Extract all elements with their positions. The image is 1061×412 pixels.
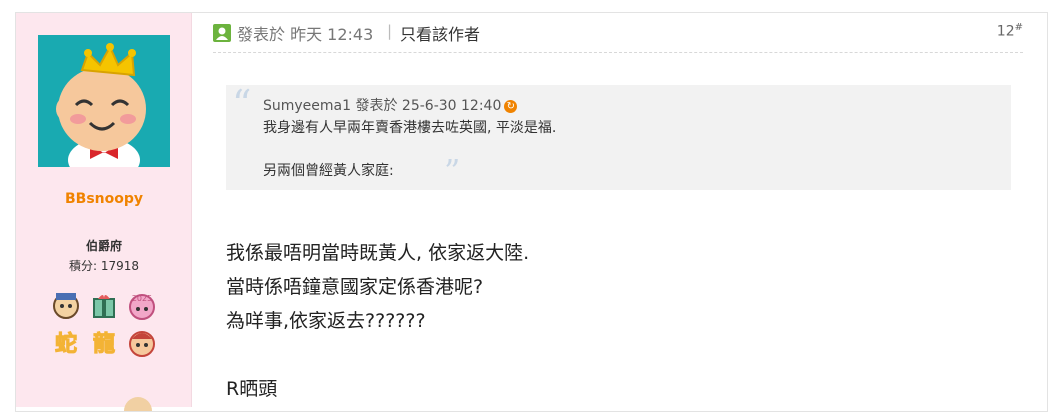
quote-block: “ Sumyeema1 發表於 25-6-30 12:40 ↻ 我身邊有人早兩年賣… [226, 85, 1011, 190]
avatar[interactable] [38, 35, 170, 167]
close-quote-icon: ” [444, 152, 461, 190]
post-header: 發表於 昨天 12:43 | 只看該作者 12# [213, 20, 1023, 53]
floor-mark: # [1014, 22, 1023, 33]
post-line: R晒頭 [226, 378, 278, 400]
open-quote-icon: “ [232, 82, 252, 126]
quote-line: 我身邊有人早兩年賣香港樓去咗英國, 平淡是福. [263, 120, 557, 136]
baby-face-medal-icon[interactable] [125, 326, 159, 360]
post-line [226, 338, 529, 372]
user-rank: 伯爵府 [85, 239, 122, 253]
snake-medal-icon[interactable]: 蛇 [49, 326, 83, 360]
baby-crown-avatar-icon [56, 43, 146, 167]
user-points: 積分: 17918 [68, 259, 140, 273]
username-link[interactable]: BBsnoopy [16, 191, 192, 207]
header-separator: | [387, 22, 393, 40]
author-sidebar: BBsnoopy 伯爵府 積分: 17918 2025 蛇 龍 [16, 13, 192, 411]
post-body: 我係最唔明當時既黃人, 依家返大陸. 當時係唔鐘意國家定係香港呢? 為咩事,依家… [226, 236, 529, 406]
medal-snake-label: 蛇 [55, 331, 77, 357]
sidebar-decoration [124, 397, 152, 411]
medal-list: 2025 蛇 龍 [49, 288, 161, 360]
floor-number: 12 [996, 23, 1015, 40]
dragon-medal-icon[interactable]: 龍 [87, 326, 121, 360]
view-author-only-link[interactable]: 只看該作者 [400, 21, 480, 45]
go-to-quote-icon[interactable]: ↻ [504, 99, 518, 113]
quote-line: 另兩個曾經黃人家庭: [263, 163, 394, 179]
post-line: 為咩事,依家返去?????? [226, 310, 426, 332]
cartoon-face-medal-icon[interactable] [49, 288, 83, 322]
quote-author-text: Sumyeema1 發表於 25-6-30 12:40 [263, 98, 502, 114]
2025-medal-icon[interactable]: 2025 [125, 288, 159, 322]
medal-dragon-label: 龍 [93, 331, 115, 357]
post-time: 發表於 昨天 12:43 [237, 25, 374, 44]
gift-box-medal-icon[interactable] [87, 288, 121, 322]
medal-2025-label: 2025 [132, 294, 152, 303]
post-line: 我係最唔明當時既黃人, 依家返大陸. [226, 242, 530, 264]
post-floor-number[interactable]: 12# [997, 22, 1023, 40]
post-line: 當時係唔鐘意國家定係香港呢? [226, 276, 484, 298]
online-user-icon [213, 24, 231, 42]
quote-author-line: Sumyeema1 發表於 25-6-30 12:40 ↻ [263, 95, 518, 115]
